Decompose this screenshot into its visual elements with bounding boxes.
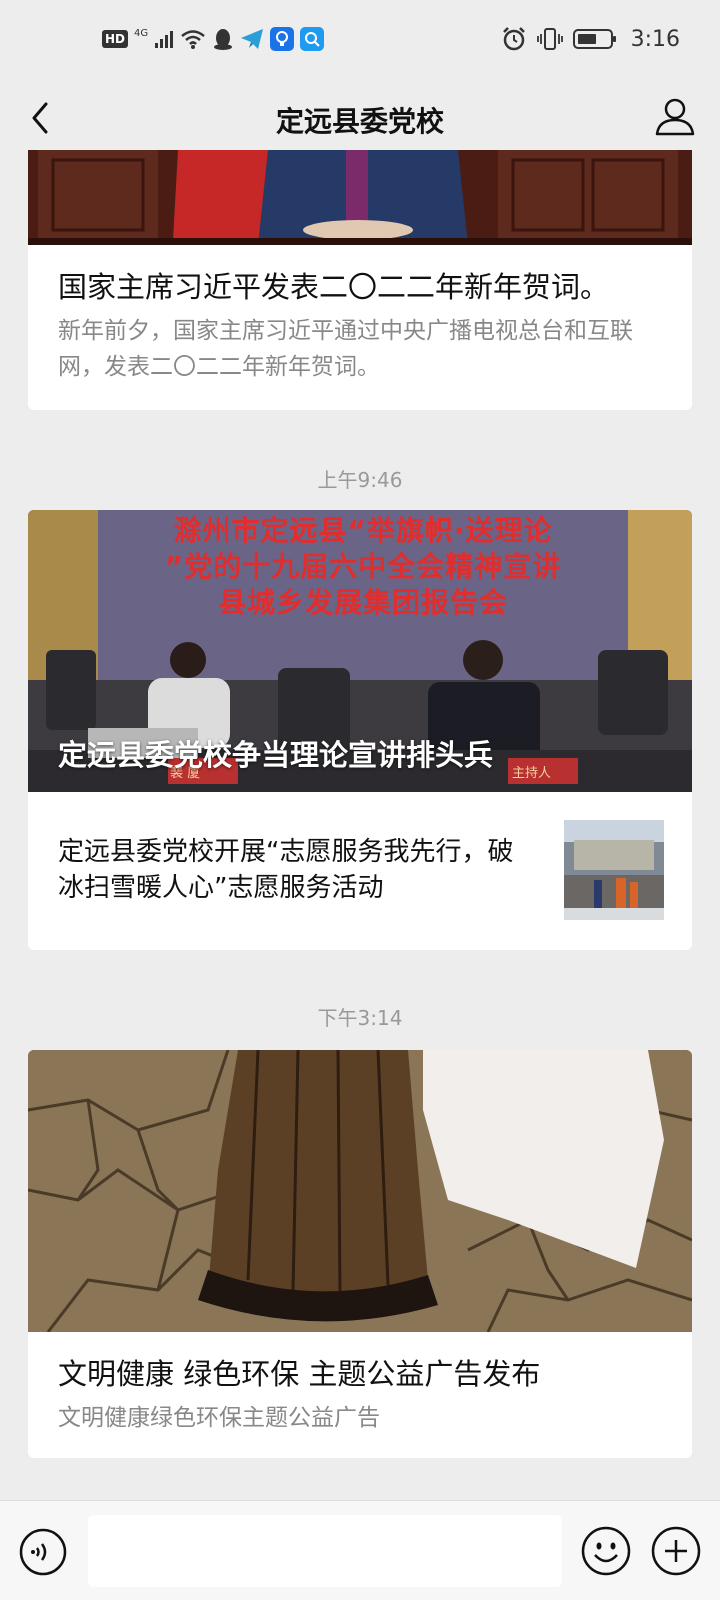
alarm-icon xyxy=(502,27,525,51)
qq-icon xyxy=(214,29,233,50)
article-cover-image xyxy=(28,150,692,245)
article-summary: 文明健康绿色环保主题公益广告 xyxy=(58,1405,380,1431)
status-time: 3:16 xyxy=(630,26,680,52)
hd-badge: HD xyxy=(102,30,129,48)
nav-bar: 定远县委党校 xyxy=(0,80,720,156)
message-timestamp: 下午3:14 xyxy=(317,1006,403,1030)
voice-icon[interactable] xyxy=(18,1527,68,1577)
telegram-icon xyxy=(241,29,264,49)
vibrate-icon xyxy=(536,28,563,50)
plus-icon[interactable] xyxy=(650,1525,702,1577)
battery-icon xyxy=(572,29,616,49)
wifi-icon xyxy=(181,30,205,49)
cover-photo xyxy=(28,1050,692,1332)
nameplate: 主持人 xyxy=(512,766,552,781)
bulb-app-icon xyxy=(270,27,295,51)
signal-icon xyxy=(155,31,174,48)
article-summary: 新年前夕，国家主席习近平通过中央广播电视总台和互联网，发表二〇二二年新年贺词。 xyxy=(58,318,633,380)
banner-line: 县城乡发展集团报告会 xyxy=(217,586,508,619)
sub-article-title: 定远县委党校开展“志愿服务我先行，破冰扫雪暖人心”志愿服务活动 xyxy=(58,837,514,903)
emoji-icon[interactable] xyxy=(580,1525,632,1577)
article-cover-image xyxy=(28,1050,692,1332)
banner-line: ”党的十九届六中全会精神宣讲 xyxy=(164,550,562,583)
bottom-input-bar xyxy=(0,1500,720,1600)
article-card[interactable]: 国家主席习近平发表二〇二二年新年贺词。 新年前夕，国家主席习近平通过中央广播电视… xyxy=(28,150,692,410)
sub-article-item[interactable]: 定远县委党校开展“志愿服务我先行，破冰扫雪暖人心”志愿服务活动 xyxy=(28,792,692,950)
user-icon[interactable] xyxy=(652,94,698,140)
multi-article-card: 滁州市定远县“举旗帜·送理论 ”党的十九届六中全会精神宣讲 县城乡发展集团报告会… xyxy=(28,510,692,950)
cover-photo xyxy=(28,150,692,245)
network-type: 4G xyxy=(134,27,149,39)
lead-article-cover[interactable]: 滁州市定远县“举旗帜·送理论 ”党的十九届六中全会精神宣讲 县城乡发展集团报告会… xyxy=(28,510,692,792)
status-bar-left: HD 4G xyxy=(102,26,325,52)
message-timestamp: 上午9:46 xyxy=(317,468,403,492)
status-bar: HD 4G 3:16 xyxy=(0,0,720,80)
status-bar-right: 3:16 xyxy=(501,26,680,52)
article-title: 国家主席习近平发表二〇二二年新年贺词。 xyxy=(58,270,610,304)
lead-article-title: 定远县委党校争当理论宣讲排头兵 xyxy=(58,738,494,772)
article-title: 文明健康 绿色环保 主题公益广告发布 xyxy=(58,1357,541,1391)
search-app-icon xyxy=(300,27,325,51)
message-input[interactable] xyxy=(88,1515,562,1587)
banner-line: 滁州市定远县“举旗帜·送理论 xyxy=(173,514,553,547)
page-title: 定远县委党校 xyxy=(275,105,444,138)
article-card[interactable]: 文明健康 绿色环保 主题公益广告发布 文明健康绿色环保主题公益广告 xyxy=(28,1050,692,1458)
sub-article-thumbnail xyxy=(564,820,664,920)
